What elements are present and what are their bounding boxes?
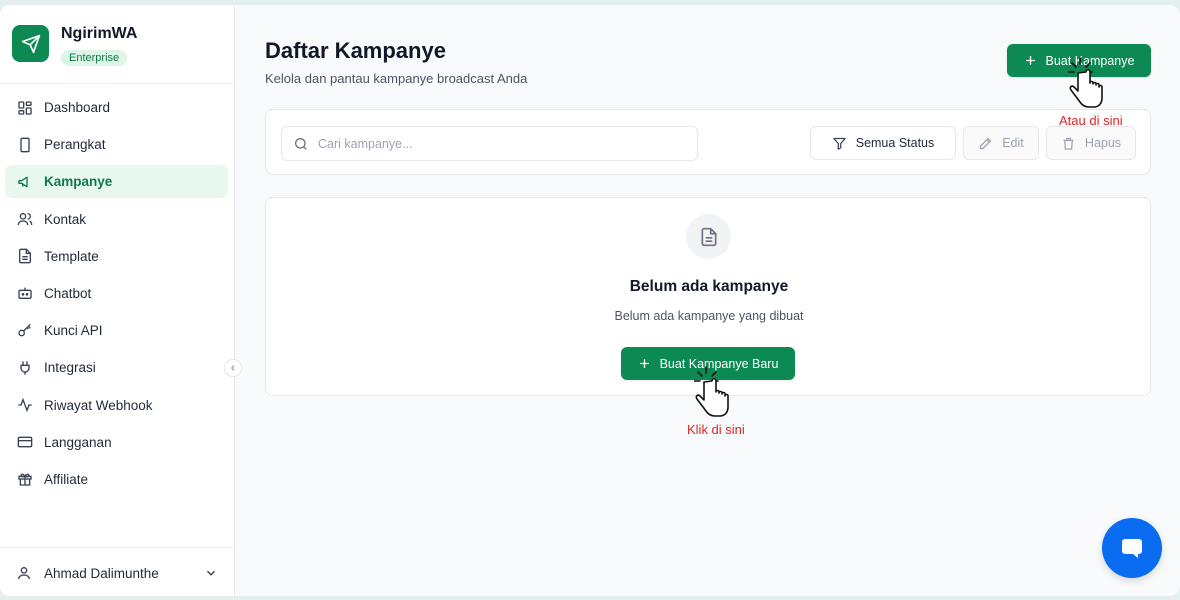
activity-icon: [16, 396, 34, 414]
sidebar-item-riwayat-webhook[interactable]: Riwayat Webhook: [5, 389, 228, 422]
status-filter-label: Semua Status: [855, 136, 935, 150]
sidebar-item-kontak[interactable]: Kontak: [5, 203, 228, 236]
filter-icon: [832, 136, 847, 151]
sidebar-item-integrasi[interactable]: Integrasi: [5, 351, 228, 384]
bot-icon: [16, 284, 34, 302]
sidebar-item-label: Langganan: [44, 434, 112, 450]
empty-state-subtitle: Belum ada kampanye yang dibuat: [614, 309, 804, 323]
users-icon: [16, 210, 34, 228]
sidebar-item-affiliate[interactable]: Affiliate: [5, 463, 228, 496]
chevron-down-icon[interactable]: [204, 566, 218, 580]
plan-badge: Enterprise: [61, 50, 128, 66]
hint-label: Klik di sini: [687, 422, 745, 437]
document-icon: [686, 214, 731, 259]
sidebar-item-label: Affiliate: [44, 471, 89, 487]
edit-button[interactable]: Edit: [963, 126, 1039, 160]
sidebar-collapse-button[interactable]: [224, 359, 242, 377]
create-new-campaign-button[interactable]: Buat Kampanye Baru: [621, 347, 795, 380]
plus-icon: [638, 357, 651, 370]
delete-label: Hapus: [1084, 136, 1122, 150]
dashboard-icon: [16, 99, 34, 117]
key-icon: [16, 322, 34, 340]
create-new-campaign-label: Buat Kampanye Baru: [659, 356, 779, 371]
hint-label: Atau di sini: [1059, 113, 1123, 128]
megaphone-icon: [16, 173, 34, 191]
trash-icon: [1061, 136, 1076, 151]
sidebar-item-label: Dashboard: [44, 100, 111, 115]
sidebar-item-label: Kontak: [44, 211, 87, 227]
toolbar-card: Semua Status Edit Hapus: [265, 109, 1151, 175]
status-filter-button[interactable]: Semua Status: [810, 126, 956, 160]
create-campaign-label: Buat Kampanye: [1045, 53, 1135, 68]
user-icon: [16, 565, 32, 581]
sidebar-nav: Dashboard Perangkat Kampanye Kontak Temp…: [5, 91, 228, 500]
delete-button[interactable]: Hapus: [1046, 126, 1136, 160]
divider: [0, 547, 234, 548]
brand-name: NgirimWA: [61, 25, 138, 42]
gift-icon: [16, 470, 34, 488]
credit-card-icon: [16, 433, 34, 451]
sidebar-item-label: Riwayat Webhook: [44, 397, 153, 413]
chat-widget-button[interactable]: [1102, 518, 1162, 578]
edit-label: Edit: [1002, 136, 1024, 150]
sidebar-item-label: Kunci API: [44, 323, 103, 339]
sidebar: NgirimWA Enterprise Dashboard Perangkat …: [0, 5, 235, 596]
sidebar-item-chatbot[interactable]: Chatbot: [5, 277, 228, 310]
sidebar-item-kampanye[interactable]: Kampanye: [5, 165, 228, 199]
user-name: Ahmad Dalimunthe: [44, 565, 159, 581]
plug-icon: [16, 359, 34, 377]
sidebar-item-label: Chatbot: [44, 285, 92, 301]
page-title: Daftar Kampanye: [265, 38, 446, 63]
user-menu[interactable]: Ahmad Dalimunthe: [16, 563, 218, 583]
chat-bubble-icon: [1122, 539, 1142, 558]
brand: NgirimWA Enterprise: [12, 25, 137, 66]
sidebar-item-label: Template: [44, 248, 99, 264]
sidebar-item-template[interactable]: Template: [5, 240, 228, 273]
sidebar-item-label: Kampanye: [44, 174, 113, 190]
plus-icon: [1024, 54, 1037, 67]
search-input[interactable]: [318, 136, 678, 151]
document-icon: [16, 247, 34, 265]
search-box[interactable]: [281, 126, 698, 161]
page-subtitle: Kelola dan pantau kampanye broadcast And…: [265, 71, 528, 86]
chevron-left-icon: [230, 365, 235, 371]
sidebar-item-label: Perangkat: [44, 137, 106, 153]
edit-icon: [978, 136, 993, 151]
search-icon: [293, 136, 309, 152]
sidebar-item-perangkat[interactable]: Perangkat: [5, 128, 228, 161]
empty-state-title: Belum ada kampanye: [629, 278, 789, 295]
create-campaign-button[interactable]: Buat Kampanye: [1007, 44, 1151, 77]
sidebar-item-langganan[interactable]: Langganan: [5, 426, 228, 459]
divider: [0, 83, 234, 84]
sidebar-item-label: Integrasi: [44, 360, 96, 376]
sidebar-item-dashboard[interactable]: Dashboard: [5, 91, 228, 124]
device-icon: [16, 136, 34, 154]
app-window: NgirimWA Enterprise Dashboard Perangkat …: [0, 5, 1180, 596]
send-icon: [12, 25, 49, 62]
sidebar-item-kunci-api[interactable]: Kunci API: [5, 314, 228, 347]
